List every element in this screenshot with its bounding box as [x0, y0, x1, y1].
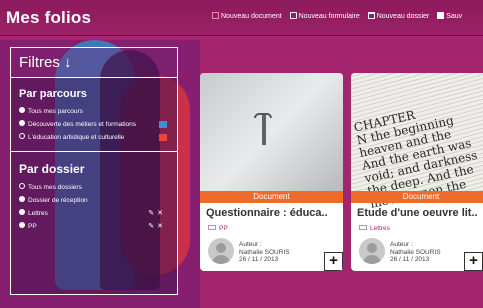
save-icon	[437, 12, 445, 19]
page-title: Mes folios	[6, 8, 92, 27]
filter-section-dossier: Par dossier Tous mes dossiers Dossier de…	[11, 152, 177, 232]
folder-tools: ✎ ✕	[145, 209, 163, 219]
radio-icon	[19, 133, 25, 139]
card-date: 26 / 11 / 2013	[239, 256, 279, 263]
edit-icon[interactable]: ✎	[148, 223, 154, 230]
folio-card[interactable]: Document Questionnaire : éduca.. PP Aute…	[200, 73, 343, 271]
add-button[interactable]: +	[464, 252, 483, 271]
avatar	[359, 238, 385, 264]
filter-option-all-dossiers[interactable]: Tous mes dossiers	[19, 183, 169, 193]
filters-panel: Filtres ↓ Par parcours Tous mes parcours…	[10, 47, 178, 295]
save-button[interactable]: Sauv	[437, 12, 462, 20]
radio-icon	[19, 196, 25, 202]
filter-option-education-artistique[interactable]: L'éducation artistique et culturelle	[19, 133, 169, 143]
filter-option-lettres[interactable]: Lettres ✎ ✕	[19, 209, 169, 219]
form-icon	[289, 12, 297, 19]
filter-option-label: Lettres	[28, 210, 48, 217]
edit-icon[interactable]: ✎	[148, 210, 154, 217]
color-swatch	[159, 134, 167, 141]
card-image	[200, 73, 343, 191]
radio-icon	[19, 222, 25, 228]
folder-icon	[367, 12, 375, 19]
add-button[interactable]: +	[324, 252, 343, 271]
radio-icon	[19, 209, 25, 215]
filter-option-label: L'éducation artistique et culturelle	[28, 134, 125, 141]
filters-toggle[interactable]: Filtres ↓	[11, 48, 177, 78]
avatar	[208, 238, 234, 264]
color-swatch	[159, 121, 167, 128]
new-form-label: Nouveau formulaire	[298, 13, 360, 20]
filter-option-all-parcours[interactable]: Tous mes parcours	[19, 107, 169, 117]
filter-section-title: Par dossier	[19, 162, 85, 176]
filter-section-title: Par parcours	[19, 88, 87, 100]
card-title[interactable]: Questionnaire : éduca..	[206, 207, 328, 219]
folio-card[interactable]: CHAPTER N the beginning heaven and the A…	[351, 73, 483, 271]
new-document-button[interactable]: Nouveau document	[212, 12, 282, 20]
delete-icon[interactable]: ✕	[157, 210, 163, 217]
author-name: Nathalie SOURIS	[239, 248, 290, 256]
card-folder: PP	[208, 225, 228, 232]
new-document-label: Nouveau document	[221, 13, 282, 20]
filter-option-label: PP	[28, 223, 37, 230]
save-label: Sauv	[446, 13, 463, 20]
new-form-button[interactable]: Nouveau formulaire	[289, 12, 360, 20]
radio-icon	[19, 120, 25, 126]
author-label: Auteur :	[390, 241, 413, 248]
radio-icon	[19, 183, 25, 189]
card-author: Auteur : Nathalie SOURIS 26 / 11 / 2013	[390, 241, 441, 264]
folder-tools: ✎ ✕	[145, 222, 163, 232]
card-folder-label: PP	[219, 225, 228, 232]
filter-option-label: Découverte des métiers et formations	[28, 121, 137, 128]
new-folder-button[interactable]: Nouveau dossier	[367, 12, 430, 20]
author-name: Nathalie SOURIS	[390, 248, 441, 256]
card-type-badge: Document	[351, 191, 483, 203]
folder-icon	[208, 225, 216, 230]
filter-option-label: Dossier de réception	[28, 197, 88, 204]
filters-body: Par parcours Tous mes parcours Découvert…	[11, 78, 177, 294]
filter-option-reception[interactable]: Dossier de réception	[19, 196, 169, 206]
card-author: Auteur : Nathalie SOURIS 26 / 11 / 2013	[239, 241, 290, 264]
filter-option-decouverte[interactable]: Découverte des métiers et formations	[19, 120, 169, 130]
document-icon	[212, 12, 219, 19]
filter-option-label: Tous mes parcours	[28, 108, 83, 115]
card-folder: Lettres	[359, 225, 390, 232]
author-label: Auteur :	[239, 241, 262, 248]
filter-section-parcours: Par parcours Tous mes parcours Découvert…	[11, 78, 177, 143]
filter-option-pp[interactable]: PP ✎ ✕	[19, 222, 169, 232]
new-folder-label: Nouveau dossier	[376, 13, 430, 20]
lamp-stand	[262, 115, 266, 145]
top-bar: Mes folios Nouveau document Nouveau form…	[0, 0, 483, 36]
card-title[interactable]: Etude d'une oeuvre lit..	[357, 207, 478, 219]
card-image: CHAPTER N the beginning heaven and the A…	[351, 73, 483, 211]
folder-icon	[359, 225, 367, 230]
delete-icon[interactable]: ✕	[157, 223, 163, 230]
card-folder-label: Lettres	[370, 225, 390, 232]
card-date: 26 / 11 / 2013	[390, 256, 430, 263]
toolbar-actions: Nouveau document Nouveau formulaire Nouv…	[212, 12, 468, 20]
radio-icon	[19, 107, 25, 113]
card-type-badge: Document	[200, 191, 343, 203]
filter-option-label: Tous mes dossiers	[28, 184, 82, 191]
